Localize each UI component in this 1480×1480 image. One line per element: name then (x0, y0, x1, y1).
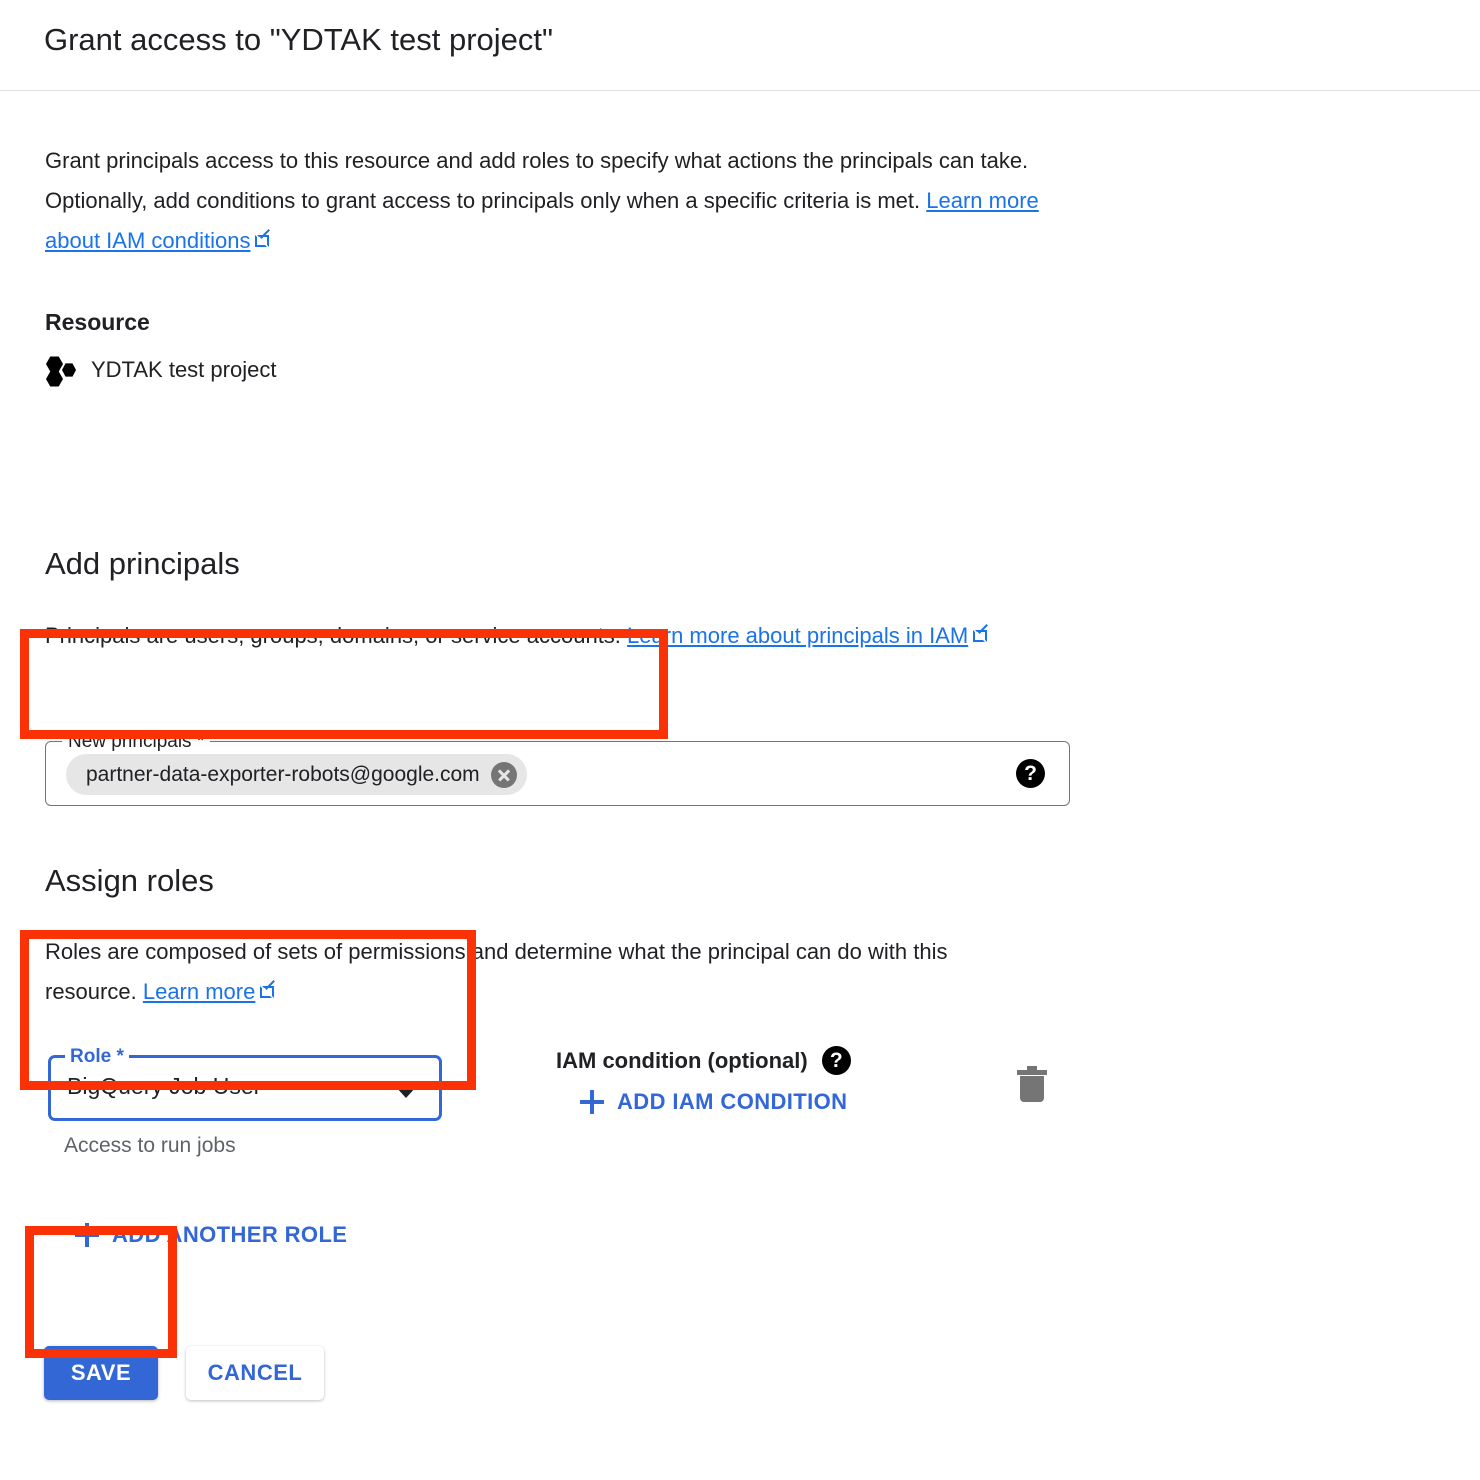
add-iam-condition-button[interactable]: ADD IAM CONDITION (580, 1089, 847, 1115)
iam-condition-label-group: IAM condition (optional) ? (556, 1046, 851, 1075)
intro-paragraph: Grant principals access to this resource… (45, 141, 1060, 261)
assign-roles-heading: Assign roles (45, 863, 214, 898)
help-circle-icon[interactable]: ? (1016, 759, 1045, 788)
chevron-down-icon[interactable] (395, 1086, 417, 1098)
principal-chip-label: partner-data-exporter-robots@google.com (86, 762, 480, 786)
learn-more-roles-link[interactable]: Learn more (143, 979, 256, 1004)
cancel-button[interactable]: CANCEL (186, 1346, 324, 1400)
resource-heading: Resource (45, 309, 150, 335)
resource-name: YDTAK test project (91, 357, 277, 382)
principal-chip[interactable]: partner-data-exporter-robots@google.com (66, 754, 527, 795)
resource-row: YDTAK test project (45, 353, 276, 387)
save-button[interactable]: SAVE (44, 1346, 158, 1400)
learn-more-roles-label: Learn more (142, 979, 256, 1004)
external-link-icon (260, 980, 277, 1000)
external-link-icon (255, 229, 272, 249)
learn-more-principals-link[interactable]: Learn more about principals in IAM (627, 623, 968, 648)
iam-condition-label: IAM condition (optional) (556, 1047, 808, 1073)
intro-text: Grant principals access to this resource… (45, 148, 1029, 213)
assign-roles-description: Roles are composed of sets of permission… (45, 932, 1045, 1012)
external-link-icon (973, 624, 990, 644)
role-select-value: BigQuery Job User (67, 1073, 262, 1099)
dialog-header: Grant access to "YDTAK test project" (0, 0, 1480, 91)
plus-icon (580, 1090, 604, 1114)
trash-icon[interactable] (1016, 1066, 1048, 1102)
page-title: Grant access to "YDTAK test project" (44, 22, 554, 57)
role-description-hint: Access to run jobs (64, 1134, 236, 1157)
add-principals-description-text: Principals are users, groups, domains, o… (45, 623, 621, 648)
learn-more-principals-label: Learn more about principals in IAM (627, 623, 969, 648)
plus-icon (75, 1223, 99, 1247)
help-circle-icon[interactable]: ? (821, 1046, 851, 1075)
role-select-label: Role * (65, 1044, 129, 1070)
add-iam-condition-label: ADD IAM CONDITION (617, 1089, 848, 1114)
gcp-project-icon (45, 355, 79, 387)
new-principals-input[interactable]: New principals * partner-data-exporter-r… (45, 730, 1070, 806)
new-principals-label: New principals * (62, 730, 211, 754)
close-circle-icon[interactable] (490, 761, 517, 788)
add-another-role-label: ADD ANOTHER ROLE (112, 1222, 348, 1247)
add-principals-heading: Add principals (45, 546, 240, 581)
add-principals-description: Principals are users, groups, domains, o… (45, 616, 1065, 656)
add-another-role-button[interactable]: ADD ANOTHER ROLE (75, 1222, 347, 1248)
role-select[interactable]: Role * BigQuery Job User (48, 1044, 442, 1121)
